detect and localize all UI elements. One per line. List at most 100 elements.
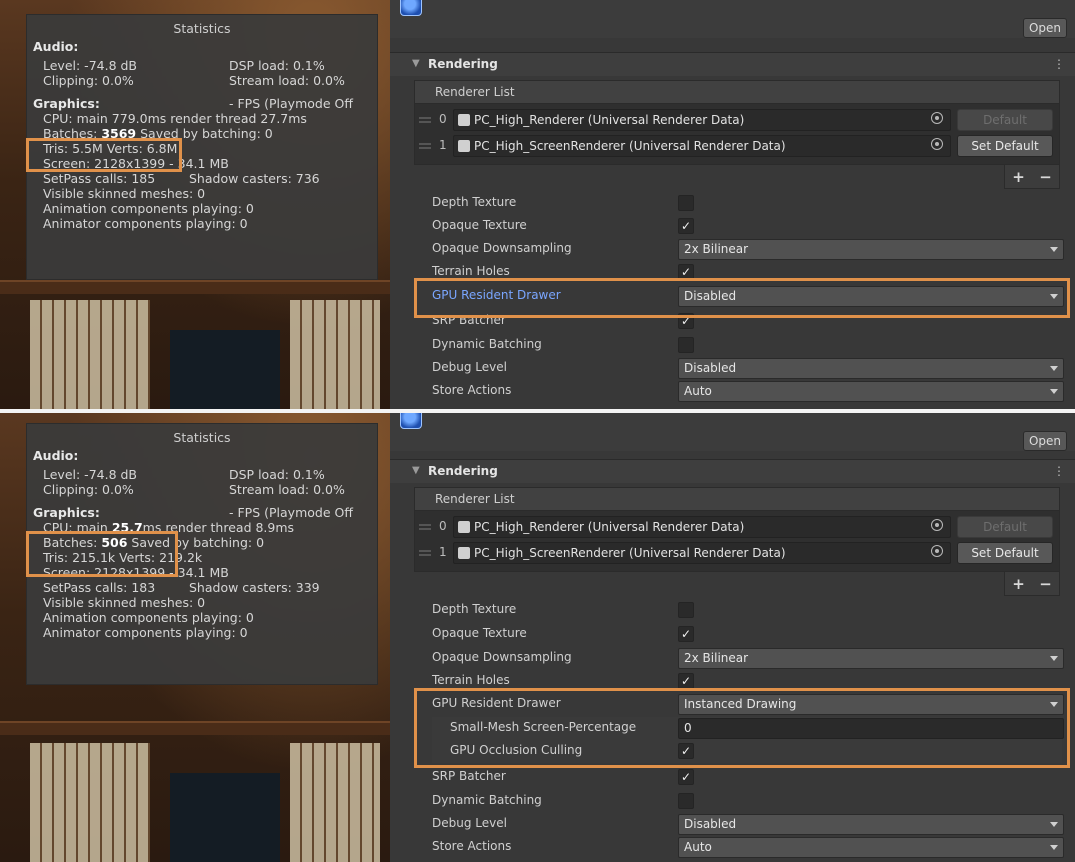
store-actions-row: Store Actions Auto: [432, 380, 1064, 403]
store-actions-row: Store Actions Auto: [432, 836, 1064, 859]
terrain-holes-checkbox[interactable]: ✓: [678, 264, 694, 280]
dropdown-value: Disabled: [684, 289, 737, 303]
tris-verts-line: Tris: 5.5M Verts: 6.8M: [43, 141, 178, 156]
cpu-line: CPU: main 779.0ms render thread 27.7ms: [43, 111, 307, 126]
drag-handle-icon[interactable]: [419, 550, 431, 556]
rendering-title: Rendering: [428, 57, 498, 71]
small-mesh-label: Small-Mesh Screen-Percentage: [450, 720, 637, 734]
gpu-resident-drawer-row: GPU Resident Drawer Disabled: [432, 285, 1064, 308]
rendering-section-header[interactable]: ▼ Rendering ⋮: [390, 52, 1075, 76]
renderer-list: Renderer List 0 PC_High_Renderer (Univer…: [414, 80, 1060, 189]
inspector-panel: Open ▼ Rendering ⋮ Renderer List 0 PC_Hi…: [390, 0, 1075, 409]
render-thread: ms render thread 8.9ms: [142, 520, 295, 535]
depth-texture-checkbox[interactable]: [678, 602, 694, 618]
more-menu-icon[interactable]: ⋮: [1053, 57, 1065, 71]
depth-texture-checkbox[interactable]: [678, 195, 694, 211]
shadow-casters: Shadow casters: 339: [189, 580, 320, 595]
open-button[interactable]: Open: [1023, 18, 1067, 38]
dynamic-batching-label: Dynamic Batching: [432, 337, 542, 351]
statistics-panel: Statistics Audio: Level: -74.8 dB DSP lo…: [26, 423, 378, 685]
rendering-title: Rendering: [428, 464, 498, 478]
renderer-object-field[interactable]: PC_High_ScreenRenderer (Universal Render…: [453, 135, 951, 157]
renderer-object-field[interactable]: PC_High_ScreenRenderer (Universal Render…: [453, 542, 951, 564]
open-button[interactable]: Open: [1023, 431, 1067, 451]
graphics-heading: Graphics:: [33, 505, 100, 520]
drag-handle-icon[interactable]: [419, 117, 431, 123]
gpu-resident-drawer-dropdown[interactable]: Disabled: [678, 286, 1064, 307]
cpu-main-value: 25.7: [111, 520, 143, 535]
batches-line: Batches: 3569 Saved by batching: 0: [27, 126, 377, 141]
chevron-down-icon: [1050, 294, 1058, 299]
object-picker-icon[interactable]: [931, 138, 943, 150]
srp-batcher-label: SRP Batcher: [432, 769, 506, 783]
opaque-downsampling-label: Opaque Downsampling: [432, 650, 572, 664]
statistics-title: Statistics: [173, 430, 231, 445]
terrain-holes-checkbox[interactable]: ✓: [678, 673, 694, 689]
opaque-texture-checkbox[interactable]: ✓: [678, 218, 694, 234]
shoji-screen: [30, 743, 150, 862]
wood-beam: [0, 280, 390, 294]
shoji-screen: [30, 300, 150, 409]
dynamic-batching-checkbox[interactable]: [678, 337, 694, 353]
batches-value: 3569: [101, 126, 137, 141]
renderer-list-item[interactable]: 0 PC_High_Renderer (Universal Renderer D…: [415, 515, 1059, 539]
dark-doorway: [170, 330, 280, 409]
opaque-downsampling-dropdown[interactable]: 2x Bilinear: [678, 648, 1064, 669]
cpu-line: CPU: main 25.7ms render thread 8.9ms: [27, 520, 377, 535]
set-default-button[interactable]: Set Default: [957, 542, 1053, 564]
object-picker-icon[interactable]: [931, 519, 943, 531]
fps-readout: - FPS (Playmode Off: [229, 505, 353, 520]
audio-level: Level: -74.8 dB: [43, 467, 138, 482]
add-renderer-button[interactable]: +: [1012, 575, 1025, 593]
foldout-arrow-icon[interactable]: ▼: [412, 58, 420, 69]
opaque-texture-checkbox[interactable]: ✓: [678, 626, 694, 642]
srp-batcher-checkbox[interactable]: ✓: [678, 313, 694, 329]
default-button[interactable]: Default: [957, 516, 1053, 538]
rendering-section-header[interactable]: ▼ Rendering ⋮: [390, 459, 1075, 483]
clipping: Clipping: 0.0%: [43, 73, 134, 88]
stream-load: Stream load: 0.0%: [229, 73, 345, 88]
remove-renderer-button[interactable]: −: [1039, 168, 1052, 186]
animation-components: Animation components playing: 0: [43, 201, 254, 216]
srp-batcher-checkbox[interactable]: ✓: [678, 769, 694, 785]
foldout-arrow-icon[interactable]: ▼: [412, 465, 420, 476]
object-picker-icon[interactable]: [931, 545, 943, 557]
gpu-occlusion-culling-checkbox[interactable]: ✓: [678, 743, 694, 759]
graphics-heading: Graphics:: [33, 96, 100, 111]
more-menu-icon[interactable]: ⋮: [1053, 464, 1065, 478]
setpass-calls: SetPass calls: 183: [43, 580, 156, 595]
cpu-label: CPU: main: [43, 520, 112, 535]
set-default-button[interactable]: Set Default: [957, 135, 1053, 157]
terrain-holes-row: Terrain Holes ✓: [432, 670, 1062, 693]
gpu-resident-drawer-dropdown[interactable]: Instanced Drawing: [678, 694, 1064, 715]
stream-load: Stream load: 0.0%: [229, 482, 345, 497]
statistics-title: Statistics: [173, 21, 231, 36]
renderer-list-item[interactable]: 1 PC_High_ScreenRenderer (Universal Rend…: [415, 134, 1059, 158]
dropdown-value: Auto: [684, 384, 712, 398]
debug-level-dropdown[interactable]: Disabled: [678, 358, 1064, 379]
add-remove-buttons: + −: [1004, 165, 1060, 189]
small-mesh-input[interactable]: 0: [678, 718, 1064, 739]
store-actions-label: Store Actions: [432, 839, 512, 853]
renderer-list-item[interactable]: 0 PC_High_Renderer (Universal Renderer D…: [415, 108, 1059, 132]
drag-handle-icon[interactable]: [419, 524, 431, 530]
object-picker-icon[interactable]: [931, 112, 943, 124]
dynamic-batching-checkbox[interactable]: [678, 793, 694, 809]
add-renderer-button[interactable]: +: [1012, 168, 1025, 186]
remove-renderer-button[interactable]: −: [1039, 575, 1052, 593]
renderer-list: Renderer List 0 PC_High_Renderer (Univer…: [414, 487, 1060, 596]
gpu-resident-drawer-row: GPU Resident Drawer Instanced Drawing: [432, 693, 1064, 716]
store-actions-dropdown[interactable]: Auto: [678, 381, 1064, 402]
default-button[interactable]: Default: [957, 109, 1053, 131]
debug-level-dropdown[interactable]: Disabled: [678, 814, 1064, 835]
bottom-comparison: Statistics Audio: Level: -74.8 dB DSP lo…: [0, 413, 1075, 862]
renderer-list-item[interactable]: 1 PC_High_ScreenRenderer (Universal Rend…: [415, 541, 1059, 565]
opaque-downsampling-dropdown[interactable]: 2x Bilinear: [678, 239, 1064, 260]
drag-handle-icon[interactable]: [419, 143, 431, 149]
store-actions-dropdown[interactable]: Auto: [678, 837, 1064, 858]
renderer-object-field[interactable]: PC_High_Renderer (Universal Renderer Dat…: [453, 109, 951, 131]
clipping: Clipping: 0.0%: [43, 482, 134, 497]
renderer-object-field[interactable]: PC_High_Renderer (Universal Renderer Dat…: [453, 516, 951, 538]
depth-texture-label: Depth Texture: [432, 195, 517, 209]
srp-batcher-row: SRP Batcher ✓: [432, 310, 1062, 333]
